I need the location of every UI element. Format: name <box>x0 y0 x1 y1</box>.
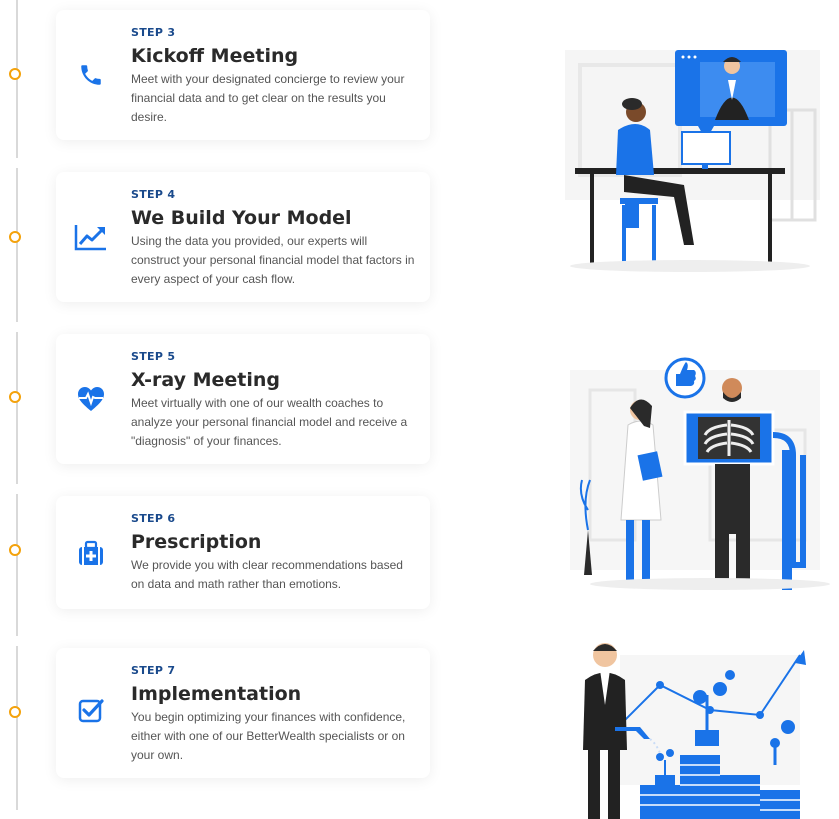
step-title: X-ray Meeting <box>131 369 280 391</box>
timeline-dot-step-6 <box>9 544 21 556</box>
step-title: Implementation <box>131 683 302 705</box>
step-description: We provide you with clear recommendation… <box>131 558 403 591</box>
step-description: You begin optimizing your finances with … <box>131 710 406 762</box>
timeline-dot-step-4 <box>9 231 21 243</box>
step-label: STEP 6 <box>131 512 176 525</box>
timeline-dot-step-3 <box>9 68 21 80</box>
growth-illustration <box>583 643 806 819</box>
step-card-6: STEP 6 Prescription We provide you with … <box>56 496 430 609</box>
timeline-gap <box>14 158 20 168</box>
step-description: Meet virtually with one of our wealth co… <box>131 396 408 448</box>
medical-kit-icon <box>74 536 108 570</box>
step-label: STEP 7 <box>131 664 176 677</box>
timeline-dot-step-5 <box>9 391 21 403</box>
timeline-gap <box>14 484 20 494</box>
step-card-3: STEP 3 Kickoff Meeting Meet with your de… <box>56 10 430 140</box>
phone-icon <box>74 58 108 92</box>
step-description: Meet with your designated concierge to r… <box>131 72 405 124</box>
step-title: Kickoff Meeting <box>131 45 299 67</box>
checkbox-icon <box>74 694 108 728</box>
step-label: STEP 3 <box>131 26 176 39</box>
step-label: STEP 5 <box>131 350 176 363</box>
xray-illustration <box>570 357 830 590</box>
trending-up-icon <box>74 220 108 254</box>
step-label: STEP 4 <box>131 188 176 201</box>
step-title: Prescription <box>131 531 262 553</box>
timeline-dot-step-7 <box>9 706 21 718</box>
step-card-7: STEP 7 Implementation You begin optimizi… <box>56 648 430 778</box>
timeline-gap <box>14 636 20 646</box>
step-card-5: STEP 5 X-ray Meeting Meet virtually with… <box>56 334 430 464</box>
heartbeat-icon <box>74 382 108 416</box>
step-description: Using the data you provided, our experts… <box>131 234 415 286</box>
timeline-gap <box>14 322 20 332</box>
video-call-illustration <box>565 50 820 272</box>
step-title: We Build Your Model <box>131 207 352 229</box>
step-card-4: STEP 4 We Build Your Model Using the dat… <box>56 172 430 302</box>
timeline-line <box>16 0 18 810</box>
